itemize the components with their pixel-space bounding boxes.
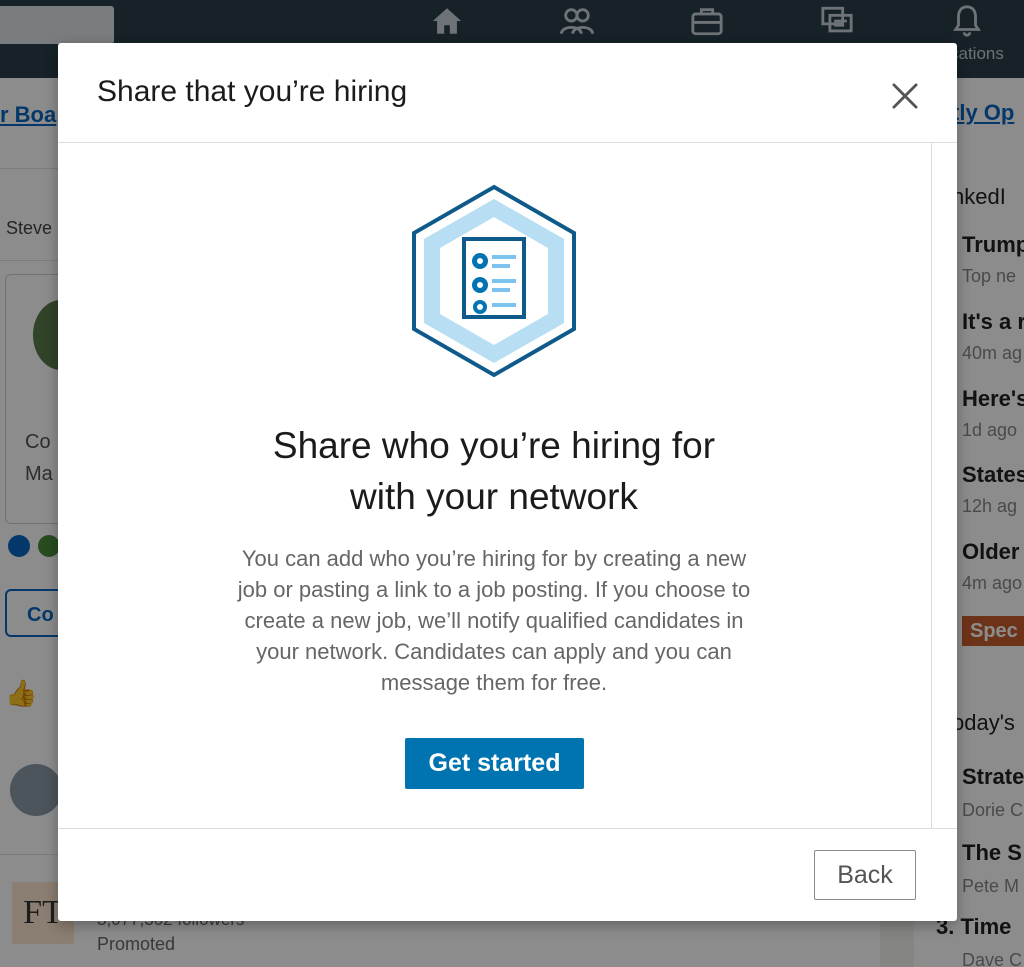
- headline-line: Share who you’re hiring for: [272, 425, 716, 466]
- share-hiring-dialog: Share that you’re hiring Share who you’r…: [58, 43, 957, 921]
- dialog-headline: Share who you’re hiring for with your ne…: [158, 420, 830, 522]
- dialog-body: Share who you’re hiring for with your ne…: [58, 143, 957, 828]
- close-icon: [892, 83, 918, 109]
- scrollbar[interactable]: [931, 143, 932, 828]
- dialog-header: Share that you’re hiring: [58, 43, 957, 143]
- headline-line: with your network: [350, 476, 638, 517]
- hiring-hexagon-illustration-icon: [412, 184, 576, 378]
- get-started-button[interactable]: Get started: [405, 738, 584, 789]
- dialog-description: You can add who you’re hiring for by cre…: [237, 546, 751, 695]
- close-button[interactable]: [886, 77, 924, 115]
- back-button[interactable]: Back: [814, 850, 916, 900]
- dialog-title: Share that you’re hiring: [97, 75, 408, 108]
- dialog-footer: Back: [58, 828, 957, 922]
